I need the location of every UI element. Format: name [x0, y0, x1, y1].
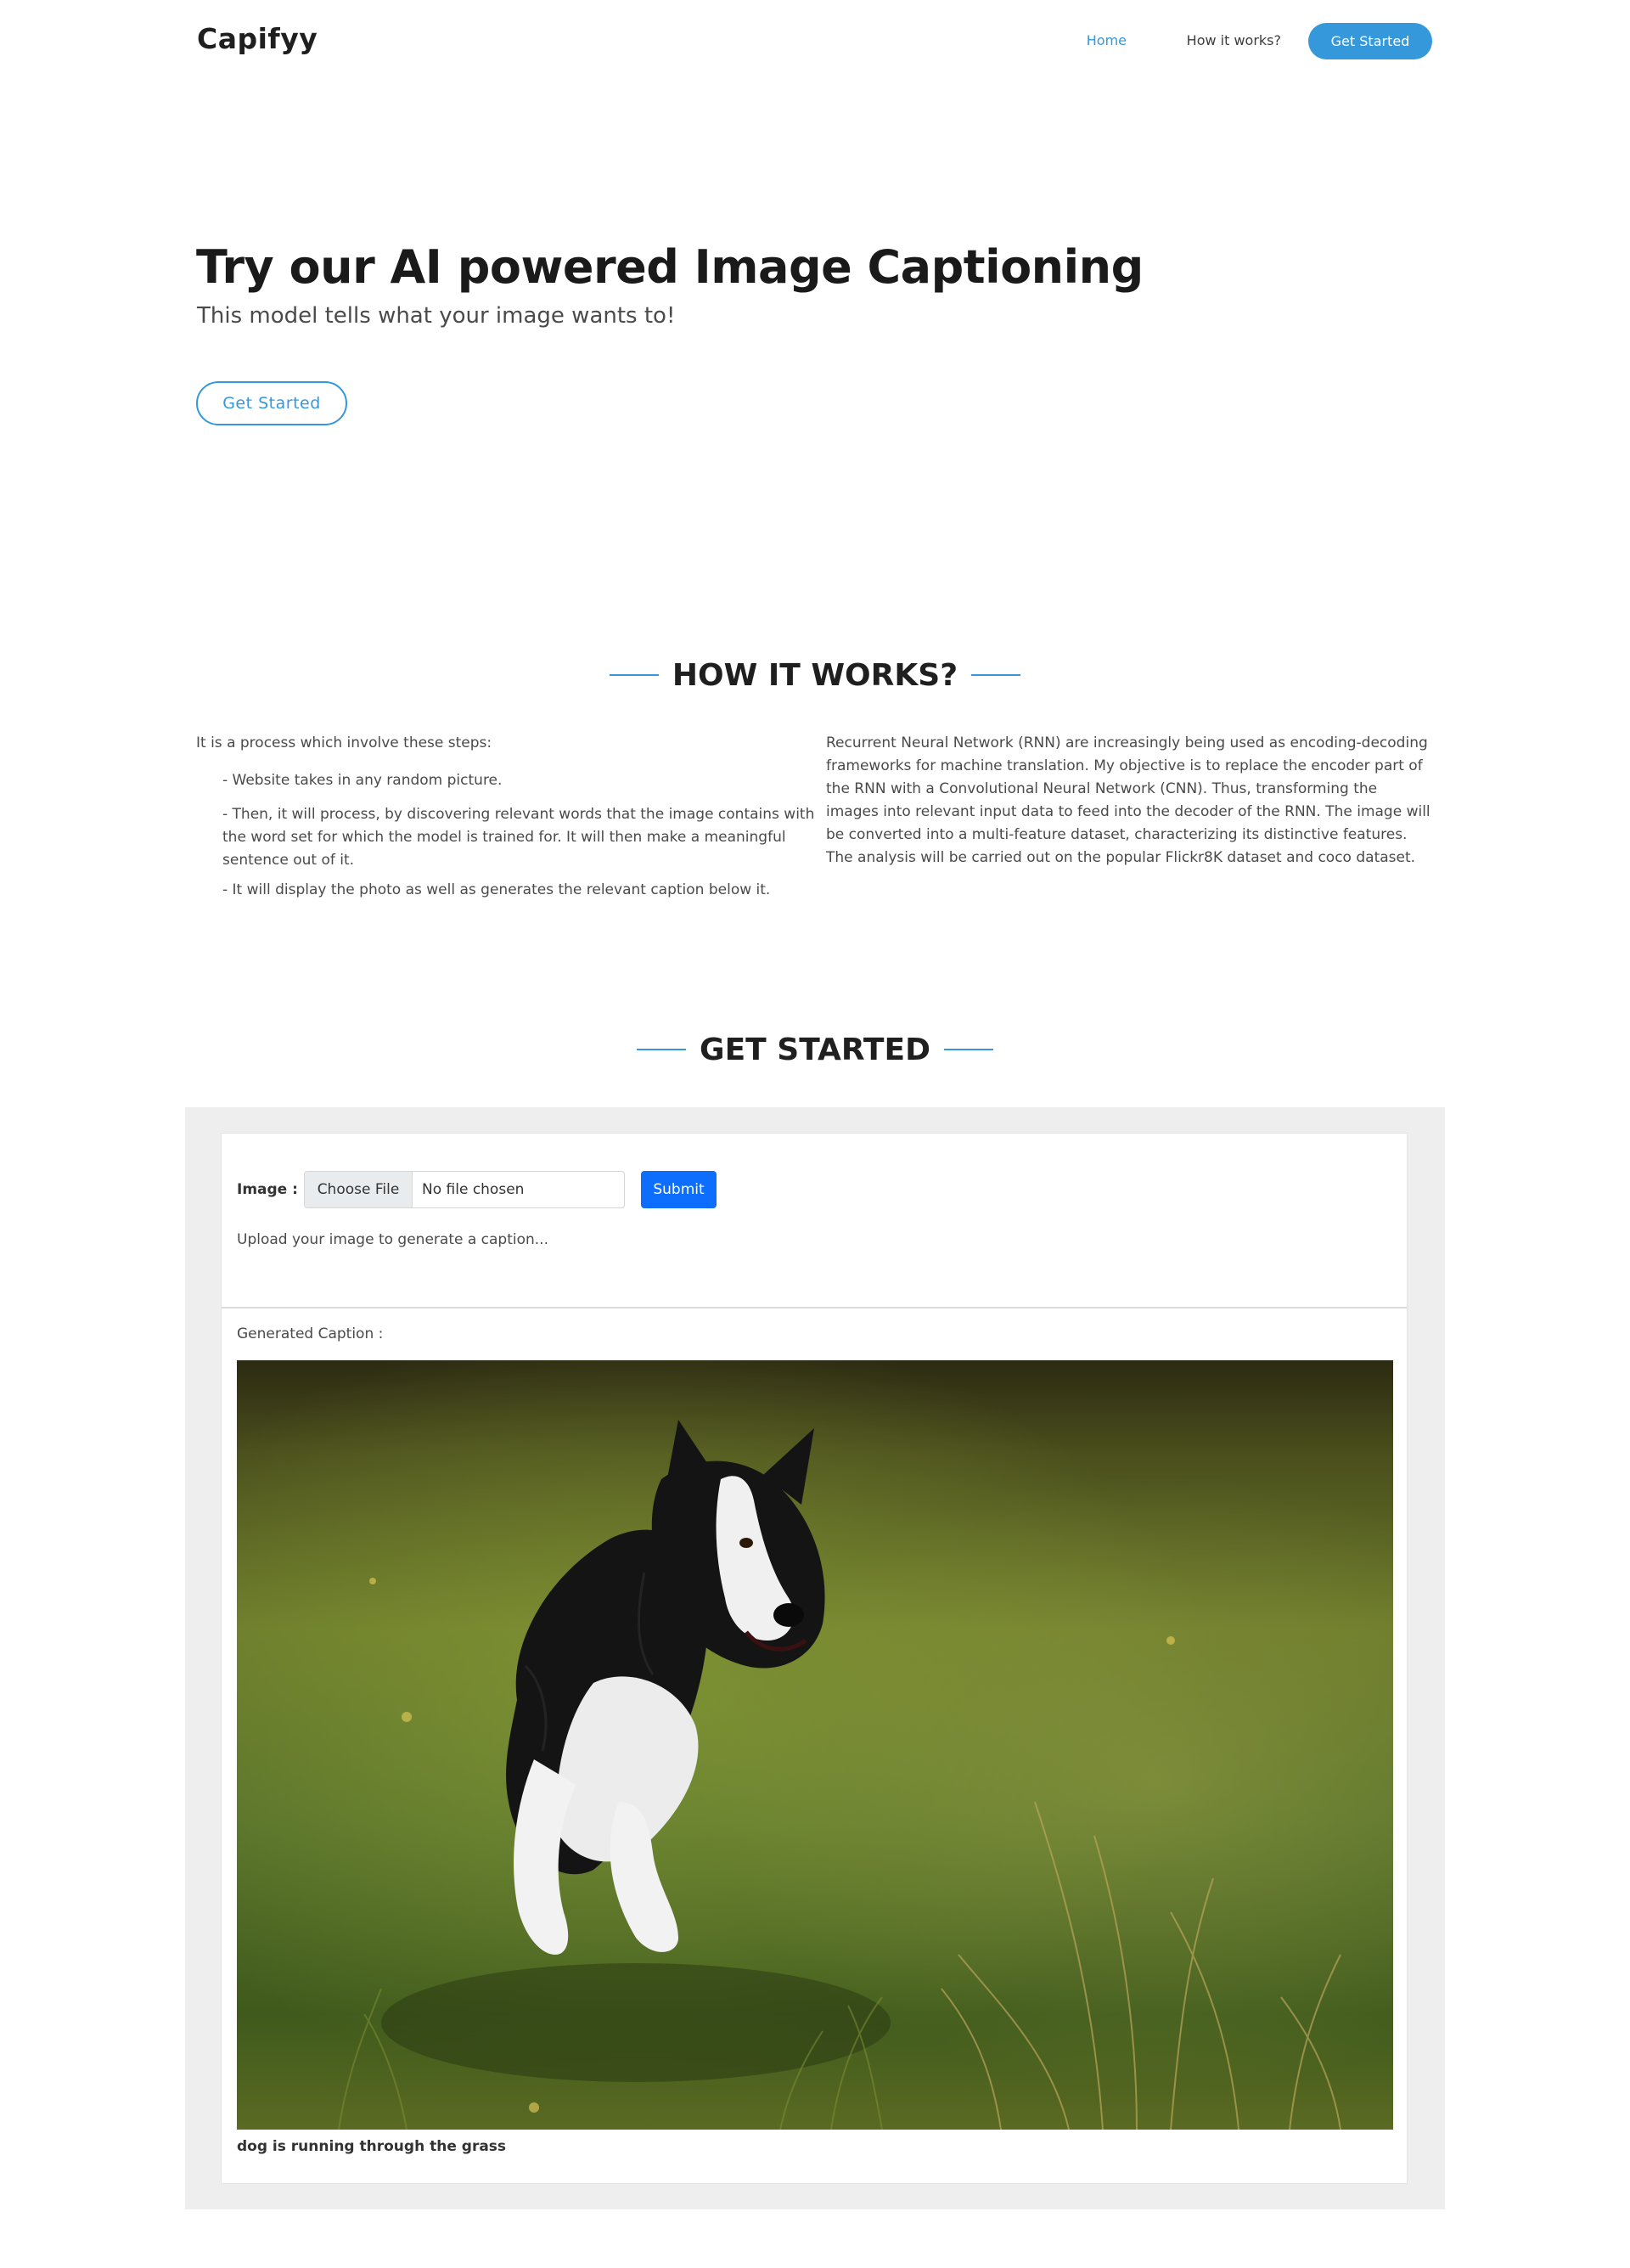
- how-it-works-title: HOW IT WORKS?: [672, 658, 958, 693]
- how-it-works-steps: It is a process which involve these step…: [196, 732, 814, 898]
- upload-hint: Upload your image to generate a caption.…: [237, 1231, 548, 1248]
- get-started-panel: Image : Choose File No file chosen Submi…: [185, 1107, 1445, 2209]
- submit-button[interactable]: Submit: [641, 1171, 717, 1208]
- how-it-works-heading: HOW IT WORKS?: [0, 658, 1630, 693]
- heading-line-left: [609, 674, 659, 676]
- file-name-text: No file chosen: [422, 1181, 525, 1198]
- step-item: - It will display the photo as well as g…: [222, 881, 771, 898]
- nav-how-it-works-link[interactable]: How it works?: [1187, 32, 1281, 48]
- uploaded-photo: [237, 1360, 1393, 2130]
- image-label: Image :: [237, 1181, 298, 1198]
- caption-card: Image : Choose File No file chosen Submi…: [221, 1133, 1408, 2184]
- heading-line-right: [943, 1049, 993, 1050]
- heading-line-left: [637, 1049, 687, 1050]
- hero-get-started-button[interactable]: Get Started: [196, 381, 347, 425]
- how-it-works-description: Recurrent Neural Network (RNN) are incre…: [826, 734, 1430, 866]
- logo[interactable]: Capifyy: [197, 22, 318, 55]
- site-header: Capifyy Home How it works? Get Started: [0, 0, 1630, 85]
- hero-title: Try our AI powered Image Captioning: [196, 240, 1144, 294]
- choose-file-button[interactable]: Choose File: [305, 1172, 413, 1207]
- steps-intro: It is a process which involve these step…: [196, 734, 492, 751]
- hero-subtitle: This model tells what your image wants t…: [197, 303, 676, 329]
- step-item: - Then, it will process, by discovering …: [222, 806, 815, 869]
- get-started-heading: GET STARTED: [0, 1033, 1630, 1067]
- file-input[interactable]: Choose File No file chosen: [304, 1171, 625, 1208]
- nav-get-started-button[interactable]: Get Started: [1308, 23, 1432, 59]
- generated-caption-label: Generated Caption :: [237, 1325, 384, 1342]
- divider: [222, 1307, 1407, 1308]
- step-item: - Website takes in any random picture.: [222, 772, 503, 789]
- generated-caption: dog is running through the grass: [237, 2138, 507, 2155]
- nav-home-link[interactable]: Home: [1087, 32, 1127, 48]
- heading-line-right: [971, 674, 1021, 676]
- get-started-title: GET STARTED: [700, 1033, 930, 1067]
